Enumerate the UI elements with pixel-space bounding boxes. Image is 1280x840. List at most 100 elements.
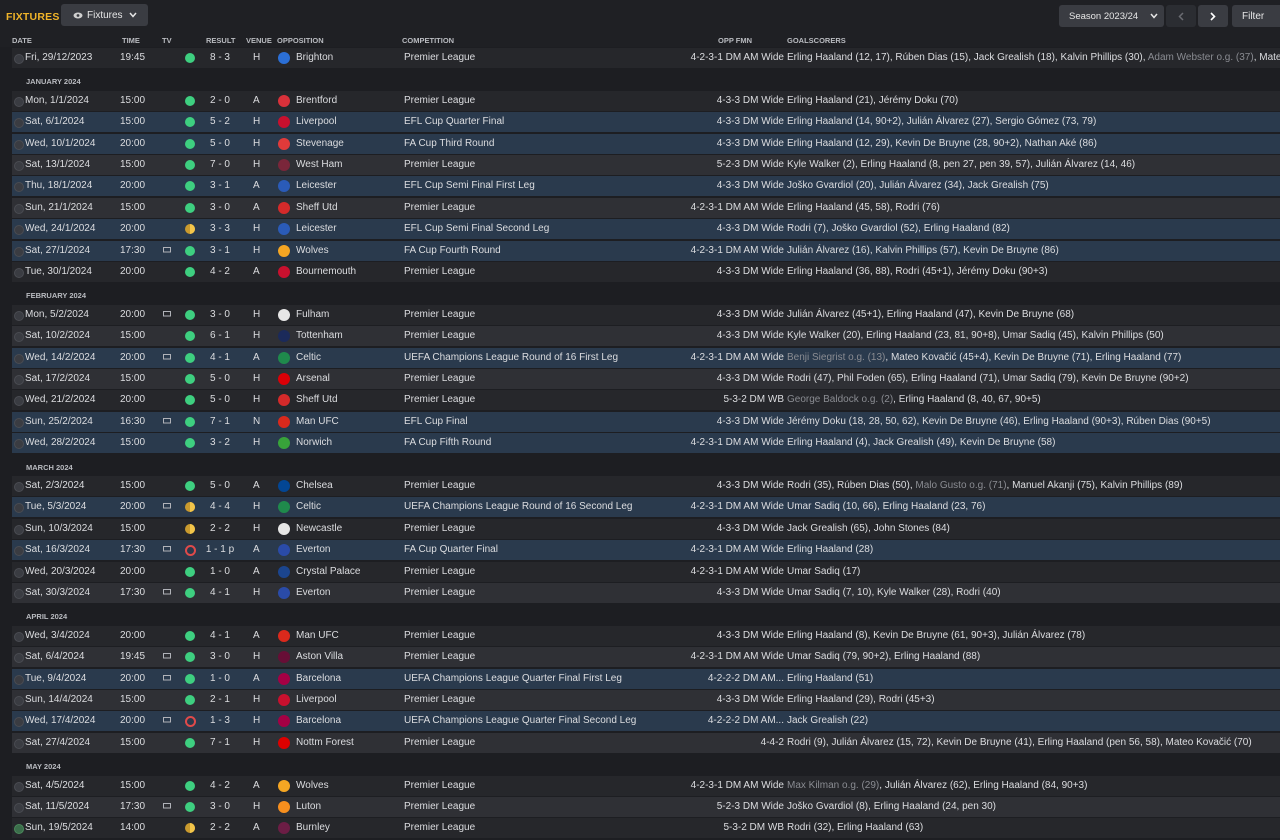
match-result[interactable]: 2 - 2 (198, 519, 242, 539)
match-result[interactable]: 4 - 2 (198, 776, 242, 796)
match-result[interactable]: 3 - 0 (198, 305, 242, 325)
competition-name[interactable]: Premier League (404, 626, 475, 646)
match-result[interactable]: 4 - 1 (198, 583, 242, 603)
match-result[interactable]: 1 - 3 (198, 711, 242, 731)
competition-name[interactable]: Premier League (404, 198, 475, 218)
fixture-row[interactable]: Sat, 17/2/2024 15:00 5 - 0 H Arsenal Premier … (12, 369, 1280, 389)
competition-name[interactable]: Premier League (404, 476, 475, 496)
fixture-row[interactable]: Sat, 11/5/2024 17:30 3 - 0 H Luton Premier Le… (12, 797, 1280, 817)
fixture-row[interactable]: Wed, 20/3/2024 20:00 1 - 0 A Crystal Palace P… (12, 561, 1280, 582)
opposition-name[interactable]: Man UFC (296, 626, 339, 646)
match-result[interactable]: 5 - 0 (198, 134, 242, 154)
opposition-name[interactable]: Sheff Utd (296, 390, 338, 410)
fixture-row[interactable]: Sun, 25/2/2024 16:30 7 - 1 N Man UFC EFL Cup … (12, 411, 1280, 432)
match-result[interactable]: 3 - 1 (198, 176, 242, 196)
col-goalscorers[interactable]: GOALSCORERS (787, 36, 846, 45)
fixture-row[interactable]: Wed, 24/1/2024 20:00 3 - 3 H Leicester EFL Cu… (12, 219, 1280, 240)
competition-name[interactable]: Premier League (404, 583, 475, 603)
competition-name[interactable]: UEFA Champions League Round of 16 Second… (404, 497, 633, 517)
fixture-row[interactable]: Sat, 6/4/2024 19:45 3 - 0 H Aston Villa Premi… (12, 647, 1280, 668)
fixture-row[interactable]: Wed, 17/4/2024 20:00 1 - 3 H Barcelona UEFA C… (12, 711, 1280, 732)
competition-name[interactable]: Premier League (404, 519, 475, 539)
match-result[interactable]: 2 - 1 (198, 690, 242, 710)
opposition-name[interactable]: Bournemouth (296, 262, 356, 282)
competition-name[interactable]: Premier League (404, 797, 475, 817)
opposition-name[interactable]: Liverpool (296, 690, 337, 710)
competition-name[interactable]: Premier League (404, 562, 475, 582)
match-result[interactable]: 5 - 0 (198, 390, 242, 410)
competition-name[interactable]: EFL Cup Semi Final Second Leg (404, 219, 549, 239)
view-dropdown[interactable]: Fixtures (61, 4, 148, 26)
match-result[interactable]: 3 - 2 (198, 433, 242, 453)
fixture-row[interactable]: Sat, 4/5/2024 15:00 4 - 2 A Wolves Premier Le… (12, 775, 1280, 796)
match-result[interactable]: 4 - 2 (198, 262, 242, 282)
opposition-name[interactable]: Brentford (296, 91, 337, 111)
opposition-name[interactable]: Barcelona (296, 669, 341, 689)
fixture-row[interactable]: Sat, 13/1/2024 15:00 7 - 0 H West Ham Premier… (12, 155, 1280, 175)
competition-name[interactable]: FA Cup Fourth Round (404, 241, 501, 261)
competition-name[interactable]: UEFA Champions League Quarter Final Firs… (404, 669, 622, 689)
filter-button[interactable]: Filter (1232, 5, 1280, 27)
opposition-name[interactable]: Celtic (296, 497, 321, 517)
next-season-button[interactable] (1198, 5, 1228, 27)
competition-name[interactable]: Premier League (404, 647, 475, 667)
opposition-name[interactable]: Leicester (296, 176, 337, 196)
fixture-row[interactable]: Sun, 19/5/2024 14:00 2 - 2 A Burnley Premier … (12, 818, 1280, 839)
opposition-name[interactable]: Barcelona (296, 711, 341, 731)
opposition-name[interactable]: Crystal Palace (296, 562, 360, 582)
match-result[interactable]: 3 - 1 (198, 241, 242, 261)
match-result[interactable]: 3 - 3 (198, 219, 242, 239)
opposition-name[interactable]: Luton (296, 797, 321, 817)
match-result[interactable]: 6 - 1 (198, 326, 242, 346)
opposition-name[interactable]: Wolves (296, 241, 329, 261)
col-opposition[interactable]: OPPOSITION (277, 36, 324, 45)
opposition-name[interactable]: Burnley (296, 818, 330, 838)
match-result[interactable]: 5 - 2 (198, 112, 242, 132)
col-competition[interactable]: COMPETITION (402, 36, 454, 45)
competition-name[interactable]: Premier League (404, 155, 475, 175)
competition-name[interactable]: UEFA Champions League Round of 16 First … (404, 348, 618, 368)
opposition-name[interactable]: Liverpool (296, 112, 337, 132)
opposition-name[interactable]: Fulham (296, 305, 329, 325)
fixture-row[interactable]: Thu, 18/1/2024 20:00 3 - 1 A Leicester EFL Cu… (12, 176, 1280, 197)
opposition-name[interactable]: Chelsea (296, 476, 333, 496)
opposition-name[interactable]: Nottm Forest (296, 733, 354, 753)
match-result[interactable]: 7 - 0 (198, 155, 242, 175)
col-tv[interactable]: TV (162, 36, 172, 45)
opposition-name[interactable]: Wolves (296, 776, 329, 796)
fixture-row[interactable]: Wed, 10/1/2024 20:00 5 - 0 H Stevenage FA Cup… (12, 133, 1280, 154)
fixture-row[interactable]: Sun, 10/3/2024 15:00 2 - 2 H Newcastle Premie… (12, 518, 1280, 539)
match-result[interactable]: 2 - 0 (198, 91, 242, 111)
match-result[interactable]: 4 - 1 (198, 348, 242, 368)
fixture-row[interactable]: Mon, 5/2/2024 20:00 3 - 0 H Fulham Premier Le… (12, 304, 1280, 325)
opposition-name[interactable]: Leicester (296, 219, 337, 239)
competition-name[interactable]: Premier League (404, 776, 475, 796)
opposition-name[interactable]: Aston Villa (296, 647, 343, 667)
competition-name[interactable]: FA Cup Quarter Final (404, 540, 498, 560)
match-result[interactable]: 2 - 2 (198, 818, 242, 838)
fixture-row[interactable]: Tue, 5/3/2024 20:00 4 - 4 H Celtic UEFA Champ… (12, 497, 1280, 518)
match-result[interactable]: 4 - 4 (198, 497, 242, 517)
fixture-row[interactable]: Sat, 27/4/2024 15:00 7 - 1 H Nottm Forest Pre… (12, 732, 1280, 753)
fixture-row[interactable]: Wed, 28/2/2024 15:00 3 - 2 H Norwich FA Cup F… (12, 433, 1280, 454)
competition-name[interactable]: UEFA Champions League Quarter Final Seco… (404, 711, 636, 731)
match-result[interactable]: 1 - 0 (198, 562, 242, 582)
col-opp-fmn[interactable]: OPP FMN (718, 36, 752, 45)
competition-name[interactable]: Premier League (404, 326, 475, 346)
fixture-row[interactable]: Wed, 14/2/2024 20:00 4 - 1 A Celtic UEFA Cham… (12, 347, 1280, 368)
opposition-name[interactable]: Brighton (296, 48, 333, 68)
match-result[interactable]: 5 - 0 (198, 369, 242, 389)
match-result[interactable]: 7 - 1 (198, 412, 242, 432)
match-result[interactable]: 3 - 0 (198, 647, 242, 667)
fixture-row[interactable]: Tue, 9/4/2024 20:00 1 - 0 A Barcelona UEFA Ch… (12, 668, 1280, 689)
fixture-row[interactable]: Sat, 2/3/2024 15:00 5 - 0 A Chelsea Premier L… (12, 476, 1280, 496)
fixture-row[interactable]: Sun, 14/4/2024 15:00 2 - 1 H Liverpool Premie… (12, 690, 1280, 710)
match-result[interactable]: 3 - 0 (198, 797, 242, 817)
competition-name[interactable]: FA Cup Fifth Round (404, 433, 491, 453)
fixture-row[interactable]: Mon, 1/1/2024 15:00 2 - 0 A Brentford Premier… (12, 90, 1280, 111)
col-result[interactable]: RESULT (206, 36, 235, 45)
col-venue[interactable]: VENUE (246, 36, 272, 45)
col-date[interactable]: DATE (12, 36, 32, 45)
match-result[interactable]: 8 - 3 (198, 48, 242, 68)
opposition-name[interactable]: West Ham (296, 155, 343, 175)
